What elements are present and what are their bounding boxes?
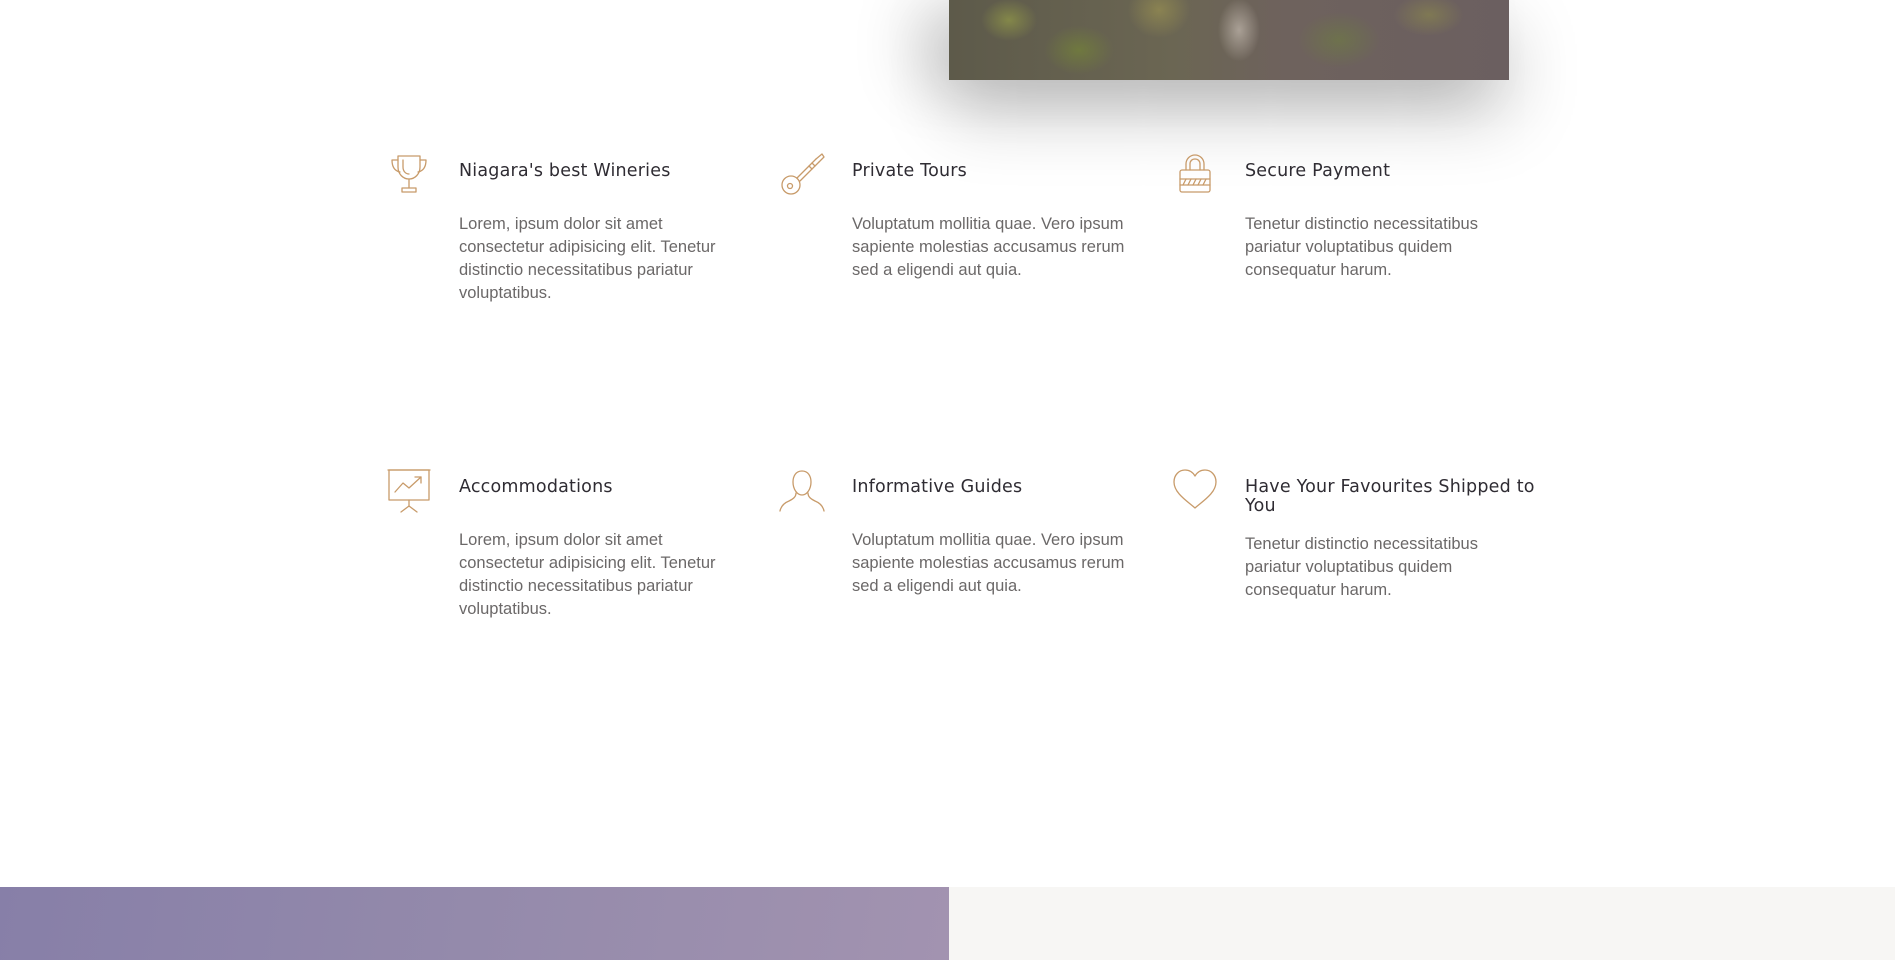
feature-description: Lorem, ipsum dolor sit amet consectetur … [459, 215, 716, 302]
bottom-light-panel [949, 887, 1895, 960]
feature-description: Lorem, ipsum dolor sit amet consectetur … [459, 531, 716, 618]
feature-description: Tenetur distinctio necessitatibus pariat… [1245, 215, 1478, 279]
person-icon [778, 466, 826, 514]
bottom-purple-panel [0, 887, 949, 960]
presentation-board-icon [385, 466, 433, 514]
padlock-icon [1171, 150, 1219, 198]
key-icon [778, 150, 826, 198]
feature-title: Secure Payment [1245, 161, 1391, 181]
feature-description: Tenetur distinctio necessitatibus pariat… [1245, 535, 1478, 599]
page: Niagara's best Wineries Lorem, ipsum dol… [0, 0, 1895, 960]
feature-description: Voluptatum mollitia quae. Vero ipsum sap… [852, 531, 1125, 595]
feature-title: Have Your Favourites Shipped to You [1245, 477, 1535, 516]
feature-title: Informative Guides [852, 477, 1023, 497]
heart-icon [1171, 466, 1219, 514]
feature-title: Private Tours [852, 161, 967, 181]
feature-title: Accommodations [459, 477, 613, 497]
trophy-icon [385, 150, 433, 198]
vineyard-photo [949, 0, 1509, 80]
feature-description: Voluptatum mollitia quae. Vero ipsum sap… [852, 215, 1125, 279]
feature-title: Niagara's best Wineries [459, 161, 671, 181]
